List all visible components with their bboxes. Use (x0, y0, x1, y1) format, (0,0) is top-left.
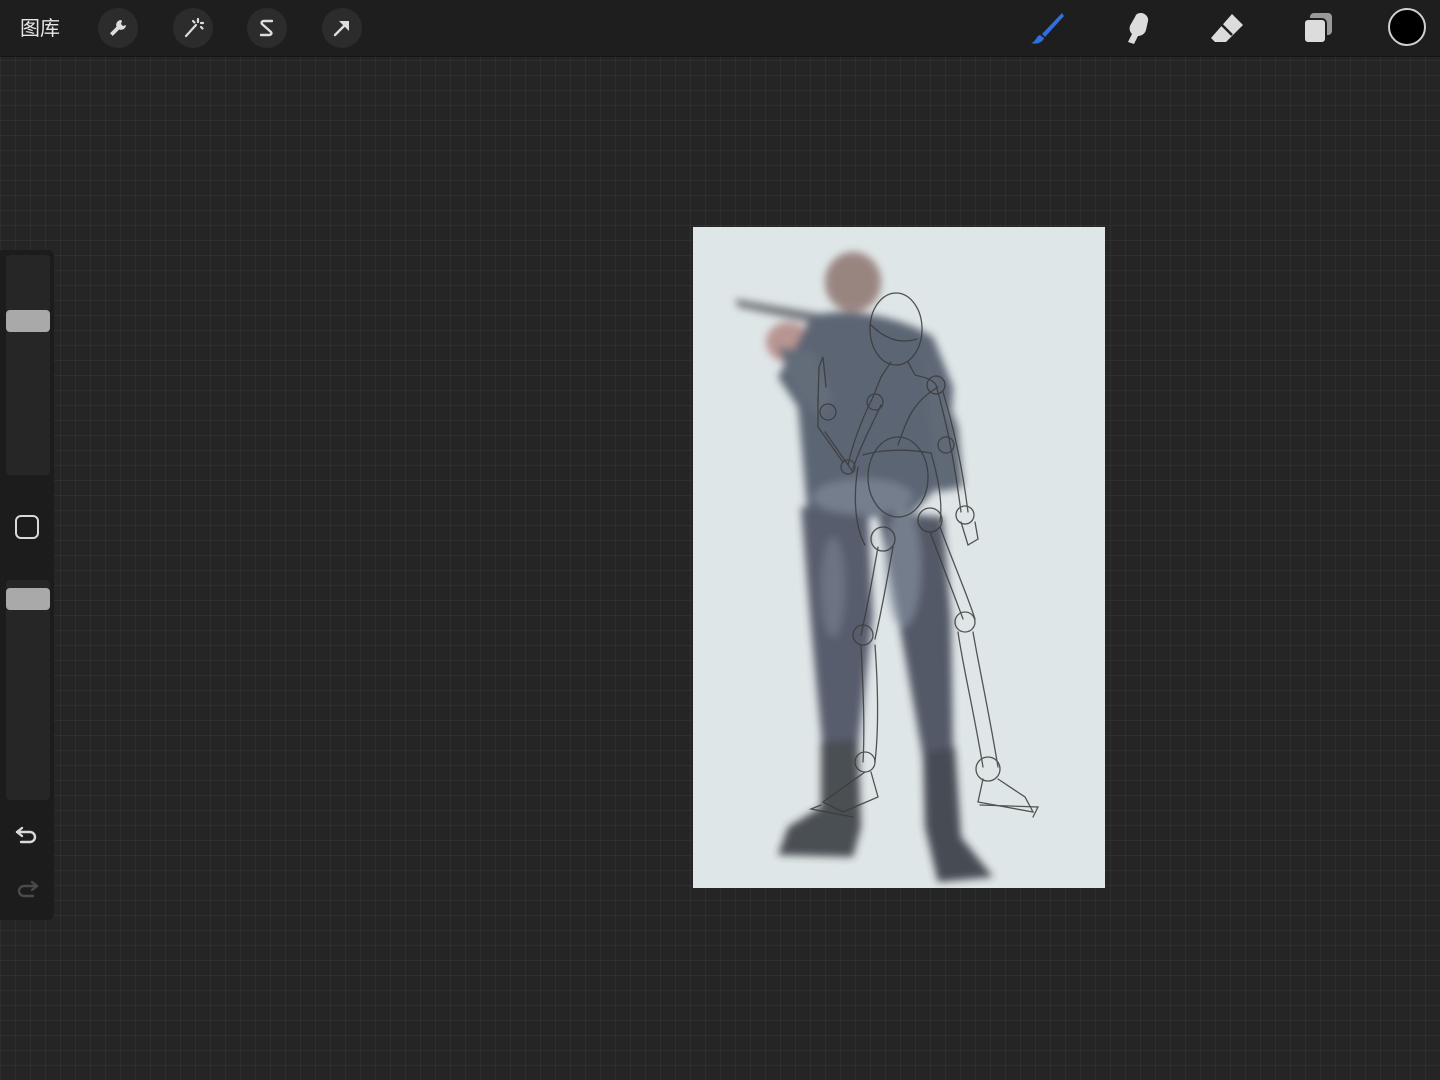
transform-button[interactable] (322, 8, 362, 48)
eraser-tool-button[interactable] (1205, 6, 1249, 50)
wrench-icon (110, 20, 126, 36)
brush-tool-button[interactable] (1025, 6, 1069, 50)
smudge-finger-icon (1128, 13, 1149, 44)
brush-size-slider[interactable] (6, 255, 50, 475)
artwork (735, 252, 1040, 882)
redo-icon (17, 880, 39, 898)
actions-button[interactable] (98, 8, 138, 48)
gallery-button[interactable]: 图库 (20, 12, 60, 44)
arrow-cursor-icon (333, 21, 349, 37)
selection-button[interactable] (247, 8, 287, 48)
drawing-canvas[interactable] (693, 227, 1105, 888)
selection-s-icon (259, 19, 274, 37)
brush-icon (1031, 13, 1064, 44)
opacity-slider[interactable] (6, 580, 50, 800)
opacity-thumb[interactable] (6, 588, 50, 610)
modify-button[interactable] (15, 515, 39, 539)
redo-button[interactable] (13, 874, 41, 902)
eraser-icon (1211, 14, 1243, 42)
smudge-tool-button[interactable] (1115, 6, 1159, 50)
layers-button[interactable] (1296, 6, 1340, 50)
brush-size-thumb[interactable] (6, 310, 50, 332)
adjustments-button[interactable] (173, 8, 213, 48)
color-picker-swatch[interactable] (1388, 8, 1426, 46)
undo-button[interactable] (13, 820, 41, 848)
undo-icon (15, 826, 37, 844)
layers-icon (1303, 13, 1332, 44)
reference-photo (735, 252, 993, 882)
magic-wand-icon (184, 17, 205, 38)
top-toolbar: 图库 (0, 0, 1440, 57)
left-sidebar (0, 250, 54, 920)
